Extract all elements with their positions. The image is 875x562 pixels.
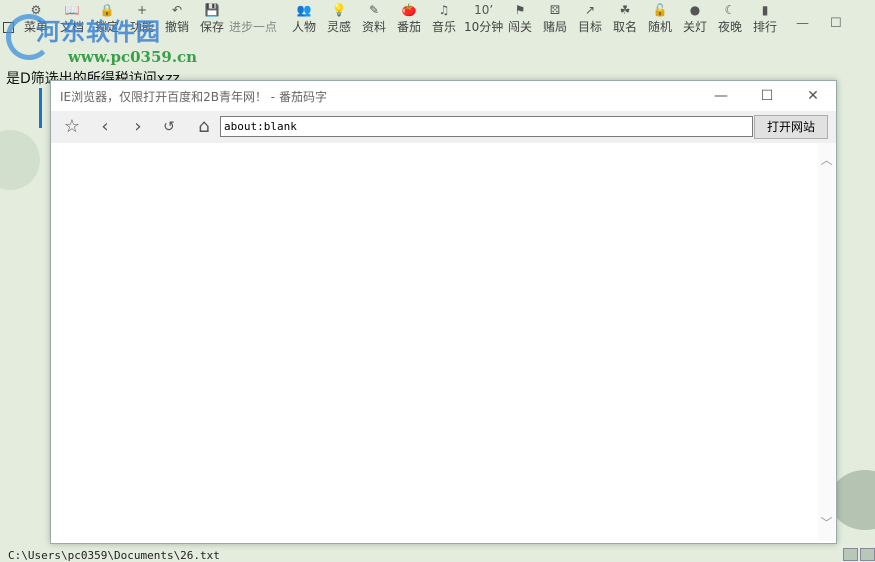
toolbar-night[interactable]: ☾ 夜晚 [718, 2, 742, 36]
lightbulb-icon: 💡 [331, 3, 347, 17]
people-icon: 👥 [296, 3, 312, 17]
home-icon[interactable]: ⌂ [193, 116, 215, 138]
unlock-icon: 🔓 [652, 3, 668, 17]
refresh-icon[interactable]: ↺ [158, 116, 180, 138]
scroll-up-icon[interactable]: ︿ [818, 151, 835, 168]
toolbar-random[interactable]: 🔓 随机 [648, 2, 672, 36]
ie-browser-dialog: IE浏览器，仅限打开百度和2B青年网！ - 番茄码字 — ☐ ✕ ☆ ‹ › ↺… [50, 80, 837, 544]
scroll-down-icon[interactable]: ﹀ [818, 514, 835, 531]
toolbar-tomato[interactable]: 🍅 番茄 [397, 2, 421, 36]
dice-icon: ⚄ [549, 3, 561, 17]
timer-icon: 10’ [474, 3, 494, 17]
toolbar-naming[interactable]: ☘ 取名 [613, 2, 637, 36]
toolbar-inspiration[interactable]: 💡 灵感 [327, 2, 351, 36]
background-ink-decoration [0, 130, 40, 190]
watermark-title: 河东软件园 [36, 17, 161, 46]
bar-chart-icon: ▮ [761, 3, 769, 17]
toolbar-ranking[interactable]: ▮ 排行 [753, 2, 777, 36]
toolbar-challenge[interactable]: ⚑ 闯关 [508, 2, 532, 36]
toolbar-10min[interactable]: 10’ 10分钟 [464, 2, 503, 36]
watermark-url: www.pc0359.cn [68, 48, 198, 66]
bulb-icon: ● [689, 3, 701, 17]
status-file-path: C:\Users\pc0359\Documents\26.txt [8, 549, 220, 562]
flag-icon: ⚑ [514, 3, 526, 17]
forward-icon[interactable]: › [127, 116, 149, 138]
toolbar-bet[interactable]: ⚄ 赌局 [543, 2, 567, 36]
dialog-maximize-button[interactable]: ☐ [755, 85, 779, 107]
vertical-scrollbar[interactable]: ︿ ﹀ [818, 143, 835, 541]
browser-content[interactable] [51, 143, 818, 543]
app-maximize-button[interactable]: ☐ [830, 16, 842, 31]
toolbar-characters[interactable]: 👥 人物 [292, 2, 316, 36]
pencil-icon: ✎ [368, 3, 380, 17]
music-icon: ♫ [438, 3, 450, 17]
toolbar-goal[interactable]: ↗ 目标 [578, 2, 602, 36]
dialog-minimize-button[interactable]: — [709, 85, 733, 107]
toolbar-lights-off[interactable]: ● 关灯 [683, 2, 707, 36]
dialog-title: IE浏览器，仅限打开百度和2B青年网！ - 番茄码字 [60, 90, 327, 104]
status-down-button[interactable] [860, 548, 875, 561]
status-up-button[interactable] [843, 548, 858, 561]
open-website-button[interactable]: 打开网站 [754, 115, 828, 139]
toolbar-materials[interactable]: ✎ 资料 [362, 2, 386, 36]
editor-side-marker [39, 88, 42, 128]
toolbar-music[interactable]: ♫ 音乐 [432, 2, 456, 36]
clover-icon: ☘ [619, 3, 631, 17]
target-icon: ↗ [584, 3, 596, 17]
favorite-star-icon[interactable]: ☆ [61, 116, 83, 138]
app-minimize-button[interactable]: — [796, 16, 809, 31]
watermark-logo: 河东软件园 www.pc0359.cn [6, 8, 246, 68]
address-bar[interactable]: about:blank [220, 116, 753, 137]
back-icon[interactable]: ‹ [94, 116, 116, 138]
moon-icon: ☾ [724, 3, 736, 17]
browser-navbar: ☆ ‹ › ↺ ⌂ about:blank 打开网站 [51, 111, 836, 143]
dialog-close-button[interactable]: ✕ [801, 85, 825, 107]
tomato-icon: 🍅 [401, 3, 417, 17]
